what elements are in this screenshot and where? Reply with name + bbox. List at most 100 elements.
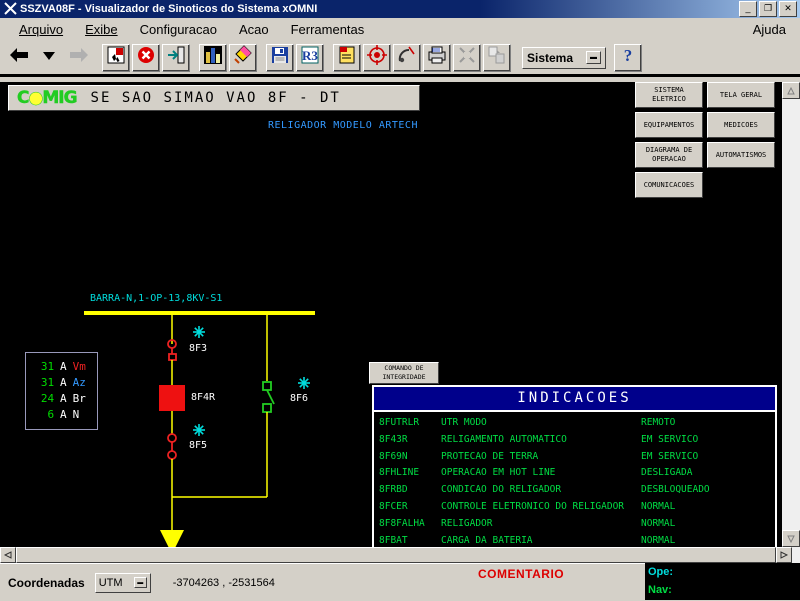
forward-button bbox=[65, 44, 93, 72]
paint-icon bbox=[233, 45, 253, 70]
menu-configuracao[interactable]: Configuracao bbox=[129, 20, 228, 39]
table-row[interactable]: 8F8FALHA RELIGADOR NORMAL bbox=[376, 516, 775, 533]
table-row[interactable]: 8FRBD CONDICAO DO RELIGADOR DESBLOQUEADO bbox=[376, 482, 775, 499]
device-label-8f6[interactable]: 8F6 bbox=[290, 393, 308, 404]
scroll-left-button[interactable] bbox=[0, 547, 16, 563]
indication-code: 8FHLINE bbox=[379, 467, 420, 479]
indication-desc: RELIGAMENTO AUTOMATICO bbox=[441, 433, 567, 445]
menu-acao[interactable]: Acao bbox=[228, 20, 280, 39]
coordinates-label: Coordenadas bbox=[8, 575, 85, 590]
indication-value: DESLIGADA bbox=[641, 467, 693, 479]
scroll-thumb[interactable] bbox=[16, 547, 776, 563]
toolbar: R3 Sistema ▬ ? bbox=[0, 41, 800, 77]
cancel-icon bbox=[136, 45, 156, 70]
title-bar: SSZVA08F - Visualizador de Sinoticos do … bbox=[0, 0, 800, 18]
legend-phase: Br bbox=[72, 392, 86, 405]
navigator-label: Nav: bbox=[648, 584, 672, 596]
dropdown-arrow-icon bbox=[41, 48, 57, 67]
indication-value: NORMAL bbox=[641, 534, 676, 546]
history-dropdown-button[interactable] bbox=[35, 44, 63, 72]
buildings-button[interactable] bbox=[199, 43, 227, 72]
indications-list: 8FUTRLR UTR MODO REMOTO 8F43R RELIGAMENT… bbox=[374, 412, 775, 547]
target-button[interactable] bbox=[363, 43, 391, 72]
save-button[interactable] bbox=[266, 43, 294, 72]
table-row[interactable]: 8FBAT CARGA DA BATERIA NORMAL bbox=[376, 533, 775, 547]
r3-button[interactable]: R3 bbox=[296, 43, 324, 72]
exit-icon bbox=[166, 45, 186, 70]
restore-button[interactable]: ❐ bbox=[759, 1, 777, 17]
menu-ajuda-label: Ajuda bbox=[752, 21, 786, 37]
operator-info-box: Ope: Nav: bbox=[645, 563, 800, 600]
antenna-off-button[interactable] bbox=[393, 43, 421, 72]
select-screen-button[interactable] bbox=[102, 43, 130, 72]
menu-configuracao-label: Configuracao bbox=[139, 21, 217, 37]
scroll-track[interactable] bbox=[782, 99, 800, 530]
print-icon bbox=[427, 45, 447, 70]
indication-code: 8FRBD bbox=[379, 484, 408, 496]
close-button[interactable]: ✕ bbox=[779, 1, 797, 17]
minimize-button[interactable]: _ bbox=[739, 1, 757, 17]
paint-button[interactable] bbox=[229, 43, 257, 72]
legend-row: 6 A N bbox=[26, 407, 97, 423]
table-row[interactable]: 8F69N PROTECAO DE TERRA EM SERVICO bbox=[376, 449, 775, 466]
table-row[interactable]: 8F43R RELIGAMENTO AUTOMATICO EM SERVICO bbox=[376, 432, 775, 449]
note-icon bbox=[337, 45, 357, 70]
device-label-8f3[interactable]: 8F3 bbox=[189, 343, 207, 354]
back-button[interactable] bbox=[5, 44, 33, 72]
indication-code: 8F43R bbox=[379, 433, 408, 445]
indication-code: 8FCER bbox=[379, 500, 408, 512]
coordinate-system-selector[interactable]: UTM ▬ bbox=[94, 572, 151, 593]
comment-label: COMENTARIO bbox=[478, 567, 565, 581]
indication-value: EM SERVICO bbox=[641, 433, 699, 445]
device-label-8f5[interactable]: 8F5 bbox=[189, 440, 207, 451]
coordinate-system-value: UTM bbox=[98, 576, 123, 589]
integrity-label-line1: COMANDO DE bbox=[384, 364, 424, 372]
chevron-down-icon[interactable]: ▬ bbox=[586, 51, 601, 64]
restore-icon: ❐ bbox=[763, 3, 773, 13]
table-row[interactable]: 8FHLINE OPERACAO EM HOT LINE DESLIGADA bbox=[376, 465, 775, 482]
indication-value: EM SERVICO bbox=[641, 450, 699, 462]
copy-icon bbox=[487, 45, 507, 70]
menu-ferramentas[interactable]: Ferramentas bbox=[280, 20, 376, 39]
legend-unit: A bbox=[60, 408, 67, 421]
indication-code: 8F8FALHA bbox=[379, 517, 425, 529]
note-button[interactable] bbox=[333, 43, 361, 72]
exit-button[interactable] bbox=[162, 43, 190, 72]
indication-code: 8F69N bbox=[379, 450, 408, 462]
indication-value: NORMAL bbox=[641, 500, 676, 512]
chevron-down-icon[interactable]: ▬ bbox=[133, 577, 147, 588]
vertical-scrollbar[interactable] bbox=[782, 82, 800, 547]
antenna-off-icon bbox=[397, 45, 417, 70]
indication-desc: CARGA DA BATERIA bbox=[441, 534, 533, 546]
help-button[interactable]: ? bbox=[614, 43, 642, 72]
system-selector[interactable]: Sistema ▬ bbox=[522, 46, 606, 69]
sinotic-canvas: C●MIG SE SAO SIMAO VAO 8F - DT RELIGADOR… bbox=[0, 82, 782, 547]
indication-value: DESBLOQUEADO bbox=[641, 484, 710, 496]
menu-ferramentas-label: Ferramentas bbox=[290, 21, 365, 37]
menu-arquivo-label: Arquivo bbox=[19, 21, 64, 37]
legend-unit: A bbox=[60, 360, 67, 373]
horizontal-scrollbar[interactable] bbox=[0, 547, 800, 563]
menu-ajuda[interactable]: Ajuda bbox=[742, 20, 800, 39]
indication-desc: UTR MODO bbox=[441, 417, 487, 428]
device-label-8f4r[interactable]: 8F4R bbox=[191, 392, 215, 403]
print-button[interactable] bbox=[423, 43, 451, 72]
menu-exibe[interactable]: Exibe bbox=[74, 20, 129, 39]
indication-desc: RELIGADOR bbox=[441, 517, 493, 529]
application-window: SSZVA08F - Visualizador de Sinoticos do … bbox=[0, 0, 800, 601]
table-row[interactable]: 8FUTRLR UTR MODO REMOTO bbox=[376, 415, 775, 432]
coordinates-value: -3704263 , -2531564 bbox=[172, 576, 275, 589]
integrity-command-button[interactable]: COMANDO DE INTEGRIDADE bbox=[369, 362, 439, 384]
indications-title: INDICACOES bbox=[374, 387, 775, 412]
no-link-button bbox=[453, 43, 481, 72]
table-row[interactable]: 8FCER CONTROLE ELETRONICO DO RELIGADOR N… bbox=[376, 499, 775, 516]
indication-value: REMOTO bbox=[641, 417, 676, 428]
buildings-icon bbox=[203, 45, 223, 70]
legend-unit: A bbox=[60, 376, 67, 389]
menu-arquivo[interactable]: Arquivo bbox=[8, 20, 74, 39]
legend-row: 31 A Vm bbox=[26, 359, 97, 375]
scroll-right-button[interactable] bbox=[776, 547, 792, 563]
scroll-down-button[interactable] bbox=[782, 530, 800, 547]
cancel-button[interactable] bbox=[132, 43, 160, 72]
scroll-up-button[interactable] bbox=[782, 82, 800, 99]
